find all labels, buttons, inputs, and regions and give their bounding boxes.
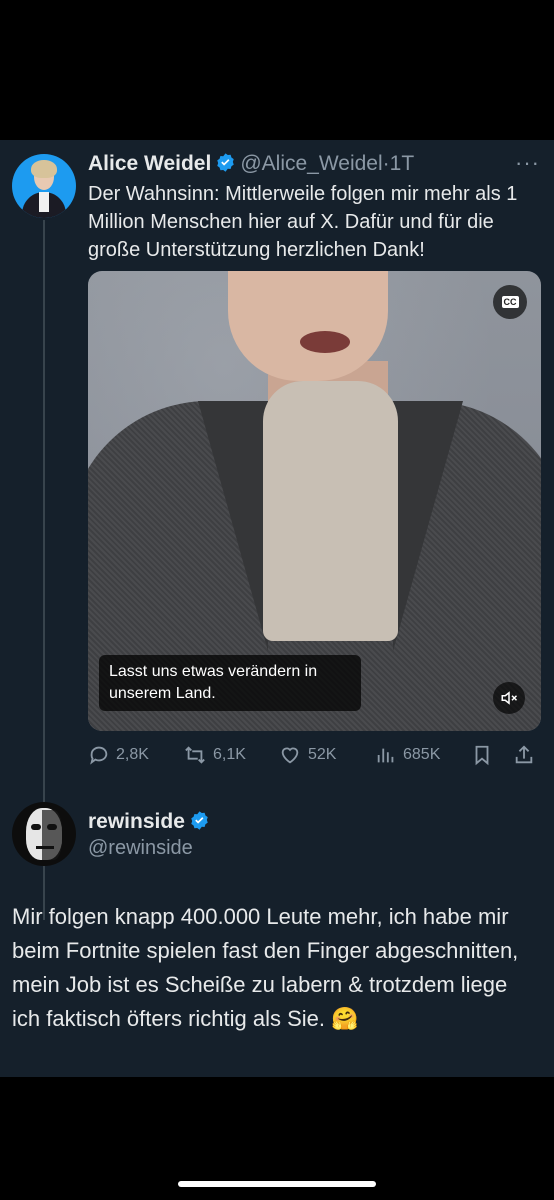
video-frame-turtleneck <box>263 381 398 641</box>
verified-badge-icon <box>215 152 236 179</box>
like-action[interactable]: 52K <box>278 738 336 772</box>
repost-action[interactable]: 6,1K <box>183 738 246 772</box>
views-action[interactable]: 685K <box>375 738 440 772</box>
author-handle[interactable]: @Alice_Weidel <box>240 152 382 175</box>
more-options-icon[interactable]: ··· <box>515 150 540 176</box>
bookmark-icon <box>475 745 489 766</box>
avatar-alice-weidel[interactable] <box>12 154 76 218</box>
author-name[interactable]: Alice Weidel <box>88 152 211 175</box>
like-count: 52K <box>308 746 337 763</box>
video-caption: Lasst uns etwas verändern in unserem Lan… <box>99 655 361 711</box>
views-count: 685K <box>403 746 441 763</box>
repost-icon <box>185 746 205 764</box>
tweet-body-text: Der Wahnsinn: Mittlerweile folgen mir me… <box>88 183 518 261</box>
share-action[interactable] <box>513 738 541 772</box>
bookmark-action[interactable] <box>471 738 499 772</box>
tweet-action-bar: 2,8K 6,1K 52K 685K <box>88 738 543 772</box>
tweet-video[interactable]: CC Lasst uns etwas verändern in unserem … <box>88 271 541 731</box>
closed-captions-button[interactable]: CC <box>493 285 527 319</box>
avatar-rewinside[interactable] <box>12 802 76 866</box>
share-icon <box>515 745 533 764</box>
speaker-muted-icon <box>501 691 518 705</box>
repost-count: 6,1K <box>213 746 246 763</box>
mute-button[interactable] <box>493 682 525 714</box>
views-bar-chart-icon <box>377 748 394 763</box>
reply-action[interactable]: 2,8K <box>88 738 149 772</box>
home-indicator-bar[interactable] <box>178 1181 376 1187</box>
reply-author-line: rewinside <box>88 810 214 837</box>
separator-dot: · <box>382 152 390 175</box>
heart-icon <box>281 747 299 764</box>
tweet-age[interactable]: 1T <box>390 152 415 175</box>
reply-author-handle[interactable]: @rewinside <box>88 837 193 860</box>
tweet-header: Alice Weidel @Alice_Weidel·1T <box>88 152 414 179</box>
reply-count: 2,8K <box>116 746 149 763</box>
reply-author-name[interactable]: rewinside <box>88 810 185 833</box>
tweet-thread-card: Alice Weidel @Alice_Weidel·1T ··· Der Wah… <box>0 140 554 1077</box>
reply-icon <box>90 746 108 765</box>
reply-verified-badge-icon <box>189 810 210 837</box>
cc-icon: CC <box>501 296 519 308</box>
reply-body-text: Mir folgen knapp 400.000 Leute mehr, ich… <box>12 904 519 1031</box>
